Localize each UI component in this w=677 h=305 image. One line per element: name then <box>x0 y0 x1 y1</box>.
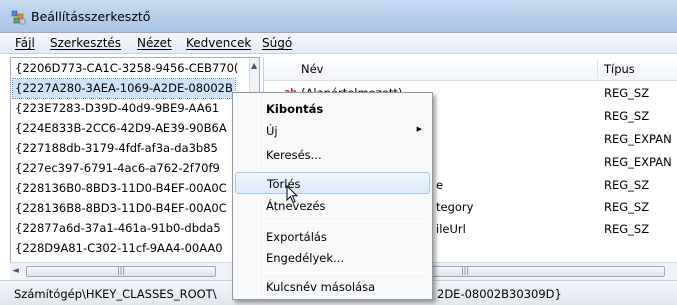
title-bar: Beállításszerkesztő <box>0 0 677 33</box>
list-header: Név Típus <box>264 57 677 81</box>
value-type: REG_SZ <box>604 178 650 192</box>
value-type: REG_SZ <box>604 222 650 236</box>
menu-separator <box>262 169 428 170</box>
key-tree[interactable]: {2206D773-CA1C-3258-9456-CEB770( {2227A2… <box>10 57 260 271</box>
value-type: REG_EXPAN <box>604 132 672 146</box>
grip-icon: ||| <box>116 266 126 275</box>
menu-item-label: Kibontás <box>266 102 324 116</box>
tree-item[interactable]: {228136B8-8BD3-11D0-B4EF-00A0C <box>15 199 227 218</box>
value-type: REG_SZ <box>604 109 650 123</box>
column-header-name[interactable]: Név <box>301 62 323 76</box>
menu-favorites[interactable]: Kedvencek <box>186 36 251 50</box>
tree-item[interactable]: {224E833B-2CC6-42D9-AE39-90B6A <box>15 119 227 138</box>
menu-item-label: Keresés... <box>266 148 322 162</box>
mouse-pointer-icon <box>286 185 298 204</box>
status-path: Számítógép\HKEY_CLASSES_ROOT\ <box>14 287 217 301</box>
menu-item-find[interactable]: Keresés... <box>235 144 430 166</box>
value-name: ileUrl <box>436 222 466 236</box>
menu-item-permissions[interactable]: Engedélyek... <box>235 247 430 269</box>
scroll-left-arrow-icon[interactable]: ◄ <box>12 266 19 276</box>
menu-help[interactable]: Súgó <box>262 36 292 50</box>
value-type: REG_SZ <box>604 86 650 100</box>
menu-item-label: Exportálás <box>266 230 327 244</box>
column-divider[interactable] <box>597 59 598 79</box>
tree-item[interactable]: {227ec397-6791-4ac6-a762-2f70f9 <box>15 159 220 178</box>
menu-separator <box>262 221 428 222</box>
tree-item[interactable]: {2206D773-CA1C-3258-9456-CEB770( <box>15 59 238 78</box>
menu-view[interactable]: Nézet <box>137 36 172 50</box>
menu-separator <box>262 272 428 273</box>
menu-item-new[interactable]: Új ▶ <box>235 120 430 142</box>
menu-bar: Fájl Szerkesztés Nézet Kedvencek Súgó <box>0 33 677 54</box>
menu-file[interactable]: Fájl <box>15 36 35 50</box>
column-header-type[interactable]: Típus <box>604 62 635 76</box>
submenu-arrow-icon: ▶ <box>416 125 422 133</box>
tree-scroll-thumb[interactable]: ||| <box>26 266 216 277</box>
menu-item-delete[interactable]: Törlés <box>235 172 430 194</box>
value-type: REG_SZ <box>604 200 650 214</box>
tree-item[interactable]: {228D9A81-C302-11cf-9AA4-00AA0 <box>15 239 223 258</box>
menu-item-export[interactable]: Exportálás <box>235 226 430 248</box>
grip-icon: ||| <box>460 266 470 275</box>
tree-item[interactable]: {227188db-3179-4fdf-af3a-da3b85 <box>15 139 218 158</box>
menu-edit[interactable]: Szerkesztés <box>50 36 121 50</box>
menu-item-label: Engedélyek... <box>266 251 345 265</box>
menu-item-rename[interactable]: Átnevezés <box>235 195 430 217</box>
status-path-tail: 2DE-08002B30309D} <box>437 287 562 301</box>
menu-item-expand[interactable]: Kibontás <box>235 98 430 120</box>
tree-item[interactable]: {228136B0-8BD3-11D0-B4EF-00A0C <box>15 179 227 198</box>
menu-item-label: Új <box>266 124 278 138</box>
value-name: e <box>436 178 444 192</box>
tree-item[interactable]: {223E7283-D39D-40d9-9BE9-AA61 <box>15 99 219 118</box>
context-menu: Kibontás Új ▶ Keresés... Törlés Átnevezé… <box>232 92 433 300</box>
window-title: Beállításszerkesztő <box>31 9 151 24</box>
scroll-up-arrow-icon[interactable]: ▲ <box>251 61 257 70</box>
tree-item-selected[interactable]: {2227A280-3AEA-1069-A2DE-08002B <box>12 78 236 99</box>
menu-item-copy-key-name[interactable]: Kulcsnév másolása <box>235 276 430 298</box>
tree-item[interactable]: {22877a6d-37a1-461a-91b0-dbda5 <box>15 219 221 238</box>
value-type: REG_EXPAN <box>604 155 672 169</box>
value-name: tegory <box>436 200 474 214</box>
registry-editor-icon <box>11 10 26 25</box>
menu-item-label: Kulcsnév másolása <box>266 280 376 294</box>
